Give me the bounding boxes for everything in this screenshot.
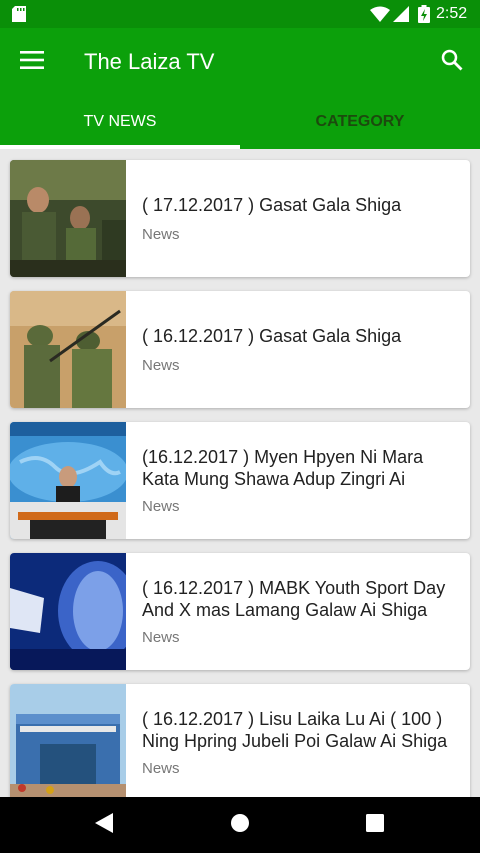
- news-title: ( 16.12.2017 ) Lisu Laika Lu Ai ( 100 ) …: [142, 709, 448, 751]
- news-list[interactable]: ( 17.12.2017 ) Gasat Gala Shiga News ( 1…: [0, 149, 480, 797]
- tab-label: TV NEWS: [83, 113, 157, 130]
- tab-label: CATEGORY: [315, 113, 405, 130]
- menu-button[interactable]: [14, 44, 50, 80]
- app-title: The Laiza TV: [84, 49, 215, 74]
- search-button[interactable]: [434, 44, 470, 80]
- clock: 2:52: [436, 5, 468, 22]
- news-thumbnail: [10, 291, 126, 408]
- back-icon: [95, 812, 113, 838]
- news-category: News: [142, 357, 180, 374]
- news-title: ( 16.12.2017 ) MABK Youth Sport Day And …: [142, 578, 446, 620]
- news-title: (16.12.2017 ) Myen Hpyen Ni Mara Kata Mu…: [142, 447, 424, 489]
- list-item[interactable]: ( 16.12.2017 ) MABK Youth Sport Day And …: [10, 553, 470, 670]
- status-bar: 2:52: [0, 0, 480, 28]
- list-item[interactable]: ( 16.12.2017 ) Gasat Gala Shiga News: [10, 291, 470, 408]
- tab-tv-news[interactable]: TV NEWS: [0, 103, 240, 149]
- news-title: ( 17.12.2017 ) Gasat Gala Shiga: [142, 195, 402, 215]
- navigation-bar: [0, 797, 480, 853]
- news-category: News: [142, 629, 180, 646]
- recents-button[interactable]: [360, 810, 390, 840]
- news-thumbnail: [10, 553, 126, 670]
- news-category: News: [142, 760, 180, 777]
- back-button[interactable]: [89, 810, 119, 840]
- recents-icon: [366, 813, 384, 837]
- sd-card-icon: [12, 6, 26, 22]
- list-item[interactable]: ( 17.12.2017 ) Gasat Gala Shiga News: [10, 160, 470, 277]
- battery-icon: [418, 5, 430, 28]
- home-icon: [230, 813, 250, 838]
- list-item[interactable]: ( 16.12.2017 ) Lisu Laika Lu Ai ( 100 ) …: [10, 684, 470, 797]
- news-category: News: [142, 498, 180, 515]
- list-item[interactable]: (16.12.2017 ) Myen Hpyen Ni Mara Kata Mu…: [10, 422, 470, 539]
- news-thumbnail: [10, 684, 126, 797]
- news-thumbnail: [10, 422, 126, 539]
- news-title: ( 16.12.2017 ) Gasat Gala Shiga: [142, 326, 402, 346]
- home-button[interactable]: [225, 810, 255, 840]
- wifi-icon: [370, 6, 390, 27]
- tab-category[interactable]: CATEGORY: [240, 103, 480, 149]
- search-icon: [441, 49, 463, 76]
- news-category: News: [142, 226, 180, 243]
- menu-icon: [20, 50, 44, 74]
- signal-icon: [393, 6, 409, 27]
- app-bar: The Laiza TV TV NEWS CATEGORY: [0, 28, 480, 149]
- news-thumbnail: [10, 160, 126, 277]
